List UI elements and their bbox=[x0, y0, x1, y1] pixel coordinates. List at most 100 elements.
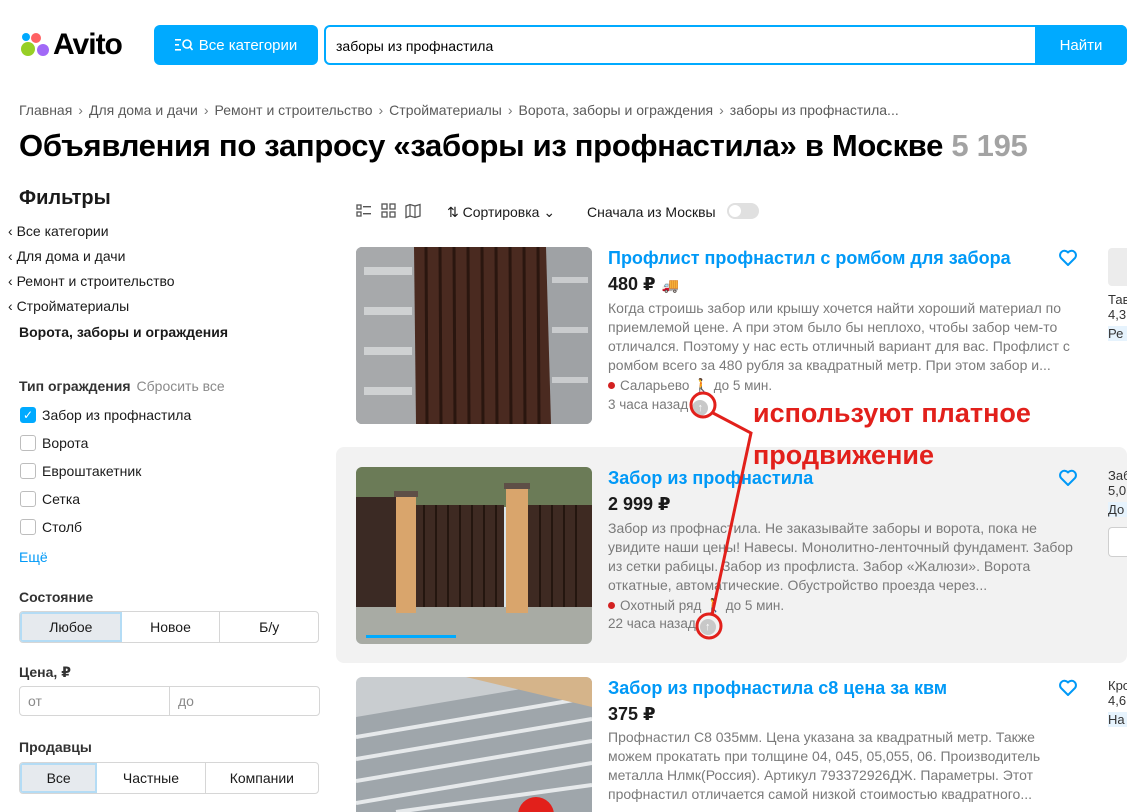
breadcrumb-item[interactable]: Главная bbox=[19, 102, 72, 118]
category-link[interactable]: ‹ Ремонт и строительство bbox=[8, 273, 175, 289]
chevron-left-icon: ‹ bbox=[8, 223, 13, 239]
listing-title[interactable]: Профлист профнастил с ромбом для забора bbox=[608, 248, 1011, 269]
sellers-option-all[interactable]: Все bbox=[20, 763, 98, 793]
chevron-left-icon: ‹ bbox=[8, 248, 13, 264]
listing-title[interactable]: Забор из профнастила с8 цена за квм bbox=[608, 678, 947, 699]
seller-rating: 4,3 bbox=[1108, 307, 1127, 322]
list-view-icon[interactable] bbox=[356, 203, 372, 219]
listing-photo[interactable] bbox=[356, 247, 592, 424]
walk-icon: 🚶 bbox=[693, 378, 710, 393]
fence-type-option[interactable]: Евроштакетник bbox=[20, 463, 141, 479]
checkbox-checked-icon[interactable]: ✓ bbox=[20, 407, 36, 423]
all-categories-button[interactable]: Все категории bbox=[154, 25, 318, 65]
condition-option-new[interactable]: Новое bbox=[122, 612, 221, 642]
moscow-first-toggle[interactable] bbox=[727, 203, 759, 219]
map-view-icon[interactable] bbox=[405, 203, 421, 219]
category-link-label: Все категории bbox=[16, 223, 109, 239]
search-input[interactable] bbox=[336, 36, 1036, 56]
category-link[interactable]: ‹ Все категории bbox=[8, 223, 109, 239]
fence-type-option[interactable]: Сетка bbox=[20, 491, 80, 507]
walk-icon: 🚶 bbox=[705, 598, 722, 613]
search-button[interactable]: Найти bbox=[1035, 25, 1127, 65]
delivery-truck-icon: 🚚 bbox=[661, 277, 679, 293]
seller-name: Тав bbox=[1108, 292, 1127, 307]
metal-sheets-image bbox=[356, 677, 592, 812]
category-link[interactable]: ‹ Для дома и дачи bbox=[8, 248, 125, 264]
search-box[interactable] bbox=[324, 25, 1127, 65]
category-link-label: Для дома и дачи bbox=[16, 248, 126, 264]
listing-photo[interactable] bbox=[356, 467, 592, 644]
listing-location: Охотный ряд 🚶 до 5 мин. bbox=[608, 598, 784, 614]
results-toolbar: ⇅ Сортировка ⌄ Сначала из Москвы bbox=[356, 200, 776, 224]
listing-price: 480 ₽ 🚚 bbox=[608, 274, 679, 295]
listing-card[interactable]: Забор из профнастила 2 999 ₽ Забор из пр… bbox=[336, 447, 1127, 663]
price-from-input[interactable]: от bbox=[20, 687, 170, 715]
seller-info: Кро 4,6 На bbox=[1108, 678, 1127, 727]
listing-price: 375 ₽ bbox=[608, 704, 656, 724]
logo-dots-icon bbox=[19, 29, 51, 61]
condition-option-any[interactable]: Любое bbox=[20, 612, 122, 642]
more-options-link[interactable]: Ещё bbox=[19, 549, 48, 565]
checkbox-icon[interactable] bbox=[20, 435, 36, 451]
seller-name: Кро bbox=[1108, 678, 1127, 693]
moscow-first-label: Сначала из Москвы bbox=[587, 204, 716, 220]
category-link[interactable]: ‹ Стройматериалы bbox=[8, 298, 129, 314]
sort-arrows-icon: ⇅ bbox=[447, 204, 459, 220]
breadcrumb-item[interactable]: Ворота, заборы и ограждения bbox=[519, 102, 714, 118]
listing-card[interactable]: Забор из профнастила с8 цена за квм 375 … bbox=[336, 665, 1127, 812]
breadcrumb-item[interactable]: Для дома и дачи bbox=[89, 102, 198, 118]
seller-avatar[interactable] bbox=[1108, 248, 1127, 286]
price-to-input[interactable]: до bbox=[170, 687, 319, 715]
fence-type-label-text: Тип ограждения bbox=[19, 378, 131, 394]
avito-logo[interactable]: Avito bbox=[19, 27, 123, 63]
fence-type-option[interactable]: ✓ Забор из профнастила bbox=[20, 407, 191, 423]
listing-price-value: 480 ₽ bbox=[608, 274, 656, 294]
listing-title[interactable]: Забор из профнастила bbox=[608, 468, 813, 489]
metro-dot-icon bbox=[608, 382, 615, 389]
sellers-option-companies[interactable]: Компании bbox=[206, 763, 318, 793]
listing-location: Саларьево 🚶 до 5 мин. bbox=[608, 378, 772, 394]
annotation-text: продвижение bbox=[753, 440, 934, 470]
condition-segmented: Любое Новое Б/у bbox=[19, 611, 319, 643]
filters-title: Фильтры bbox=[19, 187, 111, 209]
seller-rating: 5,0 bbox=[1108, 483, 1127, 498]
grid-view-icon[interactable] bbox=[381, 203, 397, 219]
metro-station: Охотный ряд bbox=[620, 598, 702, 613]
metro-station: Саларьево bbox=[620, 378, 690, 393]
listing-description: Забор из профнастила. Не заказывайте заб… bbox=[608, 520, 1073, 593]
favorite-heart-icon[interactable] bbox=[1058, 678, 1078, 698]
posted-time: 3 часа назад bbox=[608, 397, 689, 412]
fence-type-option-label: Забор из профнастила bbox=[42, 407, 192, 423]
price-label: Цена, ₽ bbox=[19, 664, 71, 680]
breadcrumb-item-current: заборы из профнастила... bbox=[729, 102, 899, 118]
seller-badge: На bbox=[1108, 712, 1127, 727]
reset-filters-link[interactable]: Сбросить все bbox=[137, 378, 225, 394]
header: Avito Все категории Найти bbox=[0, 0, 1127, 90]
listing-photo[interactable] bbox=[356, 677, 592, 812]
favorite-heart-icon[interactable] bbox=[1058, 468, 1078, 488]
breadcrumb-chevron-icon: › bbox=[719, 102, 724, 118]
listing-description: Когда строишь забор или крышу хочется на… bbox=[608, 300, 1070, 373]
condition-option-used[interactable]: Б/у bbox=[220, 612, 318, 642]
fence-type-option[interactable]: Столб bbox=[20, 519, 82, 535]
fence-type-option[interactable]: Ворота bbox=[20, 435, 88, 451]
favorite-heart-icon[interactable] bbox=[1058, 248, 1078, 268]
seller-info: Тав 4,3 Ре bbox=[1108, 248, 1127, 341]
checkbox-icon[interactable] bbox=[20, 491, 36, 507]
checkbox-icon[interactable] bbox=[20, 463, 36, 479]
checkbox-icon[interactable] bbox=[20, 519, 36, 535]
fence-type-option-label: Евроштакетник bbox=[42, 463, 142, 479]
breadcrumb-item[interactable]: Стройматериалы bbox=[389, 102, 502, 118]
seller-rating: 4,6 bbox=[1108, 693, 1127, 708]
seller-badge: До bbox=[1108, 502, 1127, 517]
listing-posted: 22 часа назад ↑ bbox=[608, 616, 716, 635]
sort-label: Сортировка bbox=[462, 204, 540, 220]
active-category: Ворота, заборы и ограждения bbox=[19, 324, 229, 340]
breadcrumb-item[interactable]: Ремонт и строительство bbox=[215, 102, 373, 118]
breadcrumb-chevron-icon: › bbox=[378, 102, 384, 118]
seller-contact-button[interactable] bbox=[1108, 527, 1127, 557]
breadcrumb: Главная › Для дома и дачи › Ремонт и строите… bbox=[19, 102, 899, 118]
sellers-option-private[interactable]: Частные bbox=[97, 763, 206, 793]
fence-photo-image bbox=[356, 467, 592, 644]
sort-dropdown[interactable]: ⇅ Сортировка ⌄ bbox=[447, 204, 555, 221]
